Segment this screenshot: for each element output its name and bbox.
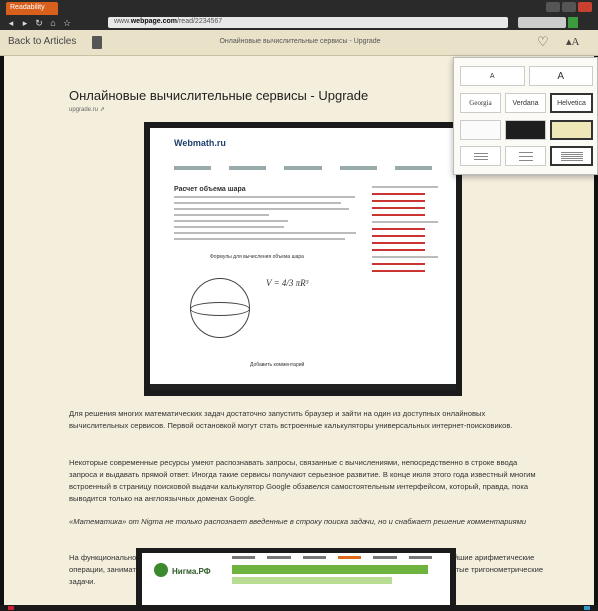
reader-toolbar: Back to Articles Онлайновые вычислительн… (0, 30, 598, 56)
address-bar[interactable]: www.webpage.com/read/2234567 (108, 17, 508, 28)
narrow-spacing-icon (473, 152, 488, 160)
nigma-search-bar (232, 565, 428, 574)
font-settings-icon[interactable]: ▴A (566, 35, 579, 48)
nigma-results-bar (232, 577, 392, 584)
spacing-medium-button[interactable] (505, 146, 546, 166)
decrease-text-size-button[interactable]: A (460, 66, 525, 86)
font-verdana-button[interactable]: Verdana (505, 93, 546, 113)
home-icon[interactable]: ⌂ (48, 18, 58, 28)
font-georgia-button[interactable]: Georgia (460, 93, 501, 113)
theme-sepia-button[interactable] (550, 120, 593, 140)
article-image-nigma: Нигма.РФ (136, 548, 456, 608)
article-source-label: upgrade.ru (69, 107, 99, 113)
toolbar-page-title: Онлайновые вычислительные сервисы - Upgr… (219, 38, 381, 45)
status-indicator-left (8, 606, 14, 610)
spacing-row (460, 146, 593, 166)
refresh-icon[interactable]: ↻ (34, 18, 44, 29)
webmath-comment-button: Добавить комментарий (250, 362, 305, 368)
article-image-webmath: Webmath.ru Расчет объема шара Формулы дл… (144, 122, 462, 396)
nigma-nav (232, 556, 432, 560)
browser-tab[interactable]: Readability (6, 2, 58, 15)
status-bar (0, 605, 598, 611)
article-paragraph-2: Некоторые современные ресурсы умеют расп… (69, 458, 536, 503)
wide-spacing-icon (560, 151, 583, 161)
webmath-taskbar (150, 384, 456, 390)
maximize-button[interactable] (562, 2, 576, 12)
article-title: Онлайновые вычислительные сервисы - Upgr… (69, 88, 369, 103)
spacing-narrow-button[interactable] (460, 146, 501, 166)
spacing-wide-button[interactable] (550, 146, 593, 166)
webmath-nav (174, 166, 433, 174)
theme-white-button[interactable] (460, 120, 501, 140)
url-domain: webpage.com (130, 18, 178, 25)
nigma-logo-icon (154, 563, 168, 577)
heart-icon[interactable]: ♡ (537, 34, 549, 50)
medium-spacing-icon (518, 151, 533, 161)
font-row: Georgia Verdana Helvetica (460, 93, 593, 113)
minimize-button[interactable] (546, 2, 560, 12)
browser-tab-label: Readability (10, 4, 45, 11)
url-suffix: /read/2234567 (177, 18, 223, 25)
book-icon[interactable] (92, 36, 102, 49)
webmath-logo: Webmath.ru (174, 138, 226, 148)
article-caption: «Математика» от Nigma не только распозна… (69, 517, 527, 526)
article-paragraph-1: Для решения многих математических задач … (69, 409, 513, 430)
font-helvetica-button[interactable]: Helvetica (550, 93, 593, 113)
increase-text-size-button[interactable]: A (528, 66, 593, 86)
url-prefix: www. (114, 18, 131, 25)
sphere-equator (190, 302, 250, 316)
star-icon[interactable]: ☆ (62, 18, 72, 29)
nigma-logo: Нигма.РФ (172, 567, 211, 576)
sphere-volume-formula: V = 4/3 πR³ (266, 278, 309, 288)
webmath-heading: Расчет объема шара (174, 186, 246, 193)
status-indicator-right (584, 606, 590, 610)
theme-row (460, 120, 593, 140)
article-source[interactable]: upgrade.ru ⇗ (69, 106, 105, 113)
extension-icon[interactable] (568, 17, 578, 28)
window-controls (546, 2, 592, 12)
font-settings-label: A (571, 36, 580, 48)
search-box[interactable] (518, 17, 566, 28)
webmath-sidebar (372, 186, 438, 277)
forward-icon[interactable]: ▸ (20, 18, 30, 29)
browser-chrome: Readability ◂ ▸ ↻ ⌂ ☆ www.webpage.com/re… (0, 0, 598, 30)
appearance-popover: A A Georgia Verdana Helvetica (453, 57, 598, 175)
back-to-articles-button[interactable]: Back to Articles (8, 36, 76, 47)
webmath-text-lines (174, 196, 364, 244)
back-icon[interactable]: ◂ (6, 18, 16, 29)
theme-black-button[interactable] (505, 120, 546, 140)
close-window-button[interactable] (578, 2, 592, 12)
webmath-subheading: Формулы для вычисления объема шара (210, 254, 304, 260)
text-size-row: A A (460, 66, 593, 86)
